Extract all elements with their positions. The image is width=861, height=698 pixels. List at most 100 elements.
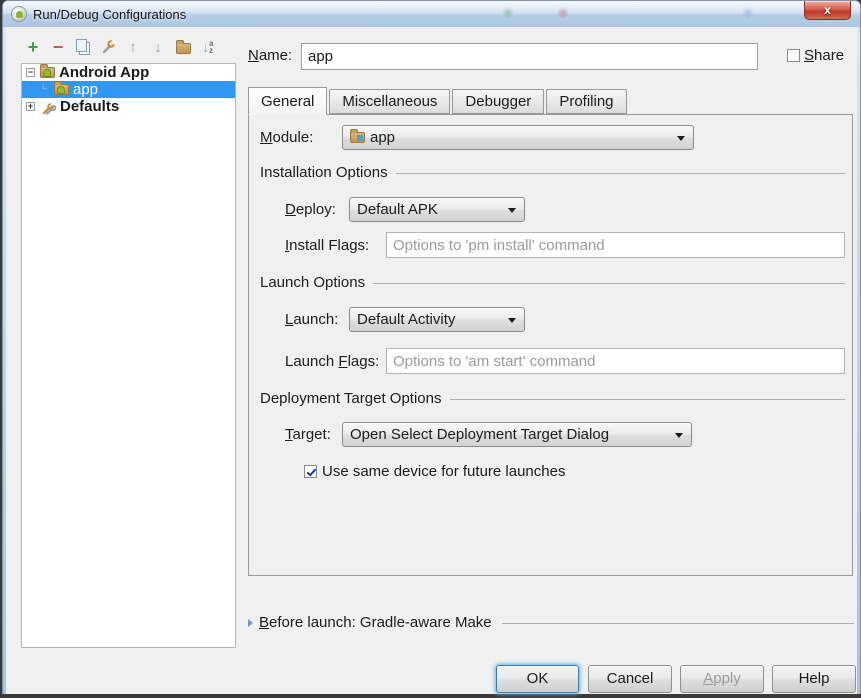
separator-line xyxy=(450,399,846,400)
tree-item-android-app[interactable]: − Android App xyxy=(22,64,235,81)
remove-configuration-button[interactable]: − xyxy=(50,39,66,55)
tab-debugger[interactable]: Debugger xyxy=(452,89,544,114)
chevron-down-icon xyxy=(677,136,685,141)
folder-icon xyxy=(176,43,191,54)
module-label: Module: xyxy=(260,129,342,146)
share-checkbox[interactable] xyxy=(787,49,800,62)
tab-general[interactable]: General xyxy=(248,87,327,115)
android-folder-icon xyxy=(40,67,55,78)
launch-flags-label: Launch Flags: xyxy=(285,353,386,370)
separator-line xyxy=(396,173,845,174)
target-value: Open Select Deployment Target Dialog xyxy=(350,426,609,443)
move-down-button[interactable]: ↓ xyxy=(150,39,166,55)
tree-item-defaults[interactable]: + Defaults xyxy=(22,98,235,115)
dialog-window: Run/Debug Configurations x + − xyxy=(2,0,861,694)
edit-defaults-button[interactable] xyxy=(100,39,116,55)
sort-az-icon: a z xyxy=(209,40,213,54)
launch-label: Launch: xyxy=(285,311,349,328)
tree-item-label: Android App xyxy=(59,64,149,81)
before-launch-label: Before launch: Gradle-aware Make xyxy=(259,614,492,631)
android-folder-icon xyxy=(54,84,69,95)
target-row: Target: Open Select Deployment Target Di… xyxy=(285,421,692,447)
plus-icon: + xyxy=(28,40,39,54)
close-button[interactable]: x xyxy=(804,1,851,20)
dialog-client-area: + − ↑ ↓ xyxy=(6,27,857,694)
minus-icon: − xyxy=(53,41,64,53)
android-robot-icon xyxy=(57,86,65,94)
module-folder-icon xyxy=(350,132,365,143)
android-studio-icon xyxy=(11,6,27,22)
target-label: Target: xyxy=(285,426,342,443)
ok-button[interactable]: OK xyxy=(496,665,579,693)
name-input[interactable] xyxy=(301,43,758,70)
wrench-icon xyxy=(100,39,116,55)
arrow-up-icon: ↑ xyxy=(129,39,137,56)
tree-item-label: app xyxy=(73,81,98,98)
share-checkbox-row[interactable]: Share xyxy=(787,47,844,64)
close-icon: x xyxy=(824,4,831,16)
use-same-device-checkbox[interactable] xyxy=(304,465,317,478)
deploy-row: Deploy: Default APK xyxy=(285,196,525,222)
copy-configuration-button[interactable] xyxy=(75,39,91,55)
before-launch-row[interactable]: Before launch: Gradle-aware Make xyxy=(248,614,854,631)
move-up-button[interactable]: ↑ xyxy=(125,39,141,55)
launch-options-header: Launch Options xyxy=(260,272,845,292)
cancel-button[interactable]: Cancel xyxy=(588,665,672,693)
separator-line xyxy=(502,623,854,624)
add-configuration-button[interactable]: + xyxy=(25,39,41,55)
apply-button[interactable]: Apply xyxy=(680,665,764,693)
name-row: Name: Share xyxy=(248,43,854,70)
launch-value: Default Activity xyxy=(357,311,455,328)
create-folder-button[interactable] xyxy=(175,39,191,55)
expand-icon[interactable]: + xyxy=(26,102,35,111)
separator-line xyxy=(373,283,845,284)
sort-letter-z: z xyxy=(209,47,213,54)
section-title: Installation Options xyxy=(260,164,388,181)
tree-item-label: Defaults xyxy=(60,98,119,115)
dialog-buttons: OK Cancel Apply Help xyxy=(248,665,854,693)
deploy-label: Deploy: xyxy=(285,201,349,218)
tab-bar: General Miscellaneous Debugger Profiling xyxy=(248,86,629,114)
install-flags-row: Install Flags: xyxy=(285,232,845,258)
help-button[interactable]: Help xyxy=(772,665,856,693)
configurations-tree: − Android App └ app + xyxy=(21,63,236,648)
collapse-icon[interactable]: − xyxy=(26,68,35,77)
tree-item-app[interactable]: └ app xyxy=(22,81,235,98)
section-title: Deployment Target Options xyxy=(260,390,442,407)
target-dropdown[interactable]: Open Select Deployment Target Dialog xyxy=(342,422,692,447)
module-row: Module: app xyxy=(260,124,847,150)
use-same-device-label: Use same device for future launches xyxy=(322,463,565,480)
launch-dropdown[interactable]: Default Activity xyxy=(349,307,525,332)
module-value: app xyxy=(370,129,395,146)
deployment-target-options-header: Deployment Target Options xyxy=(260,388,845,408)
arrow-down-icon: ↓ xyxy=(154,39,162,56)
use-same-device-row[interactable]: Use same device for future launches xyxy=(304,462,565,480)
deploy-dropdown[interactable]: Default APK xyxy=(349,197,525,222)
section-title: Launch Options xyxy=(260,274,365,291)
tree-connector: └ xyxy=(37,84,49,95)
configurations-toolbar: + − ↑ ↓ xyxy=(25,38,216,56)
launch-row: Launch: Default Activity xyxy=(285,306,525,332)
chevron-down-icon xyxy=(675,433,683,438)
sort-configurations-button[interactable]: ↓ a z xyxy=(200,39,216,55)
copy-icon xyxy=(79,42,90,55)
tab-miscellaneous[interactable]: Miscellaneous xyxy=(329,89,450,114)
chevron-down-icon xyxy=(508,208,516,213)
launch-flags-input[interactable] xyxy=(386,348,845,374)
chevron-down-icon xyxy=(508,318,516,323)
install-flags-input[interactable] xyxy=(386,232,845,258)
title-bar[interactable]: Run/Debug Configurations x xyxy=(3,1,860,27)
name-label: Name: xyxy=(248,47,292,64)
install-flags-label: Install Flags: xyxy=(285,237,386,254)
installation-options-header: Installation Options xyxy=(260,162,845,182)
module-badge xyxy=(357,135,363,141)
share-label: Share xyxy=(804,47,844,64)
deploy-value: Default APK xyxy=(357,201,438,218)
android-robot-icon xyxy=(43,69,51,77)
defaults-wrench-icon xyxy=(40,99,56,115)
tab-profiling[interactable]: Profiling xyxy=(546,89,626,114)
launch-flags-row: Launch Flags: xyxy=(285,348,845,374)
expand-arrow-icon xyxy=(248,619,253,627)
window-title: Run/Debug Configurations xyxy=(33,7,186,22)
module-dropdown[interactable]: app xyxy=(342,125,694,150)
